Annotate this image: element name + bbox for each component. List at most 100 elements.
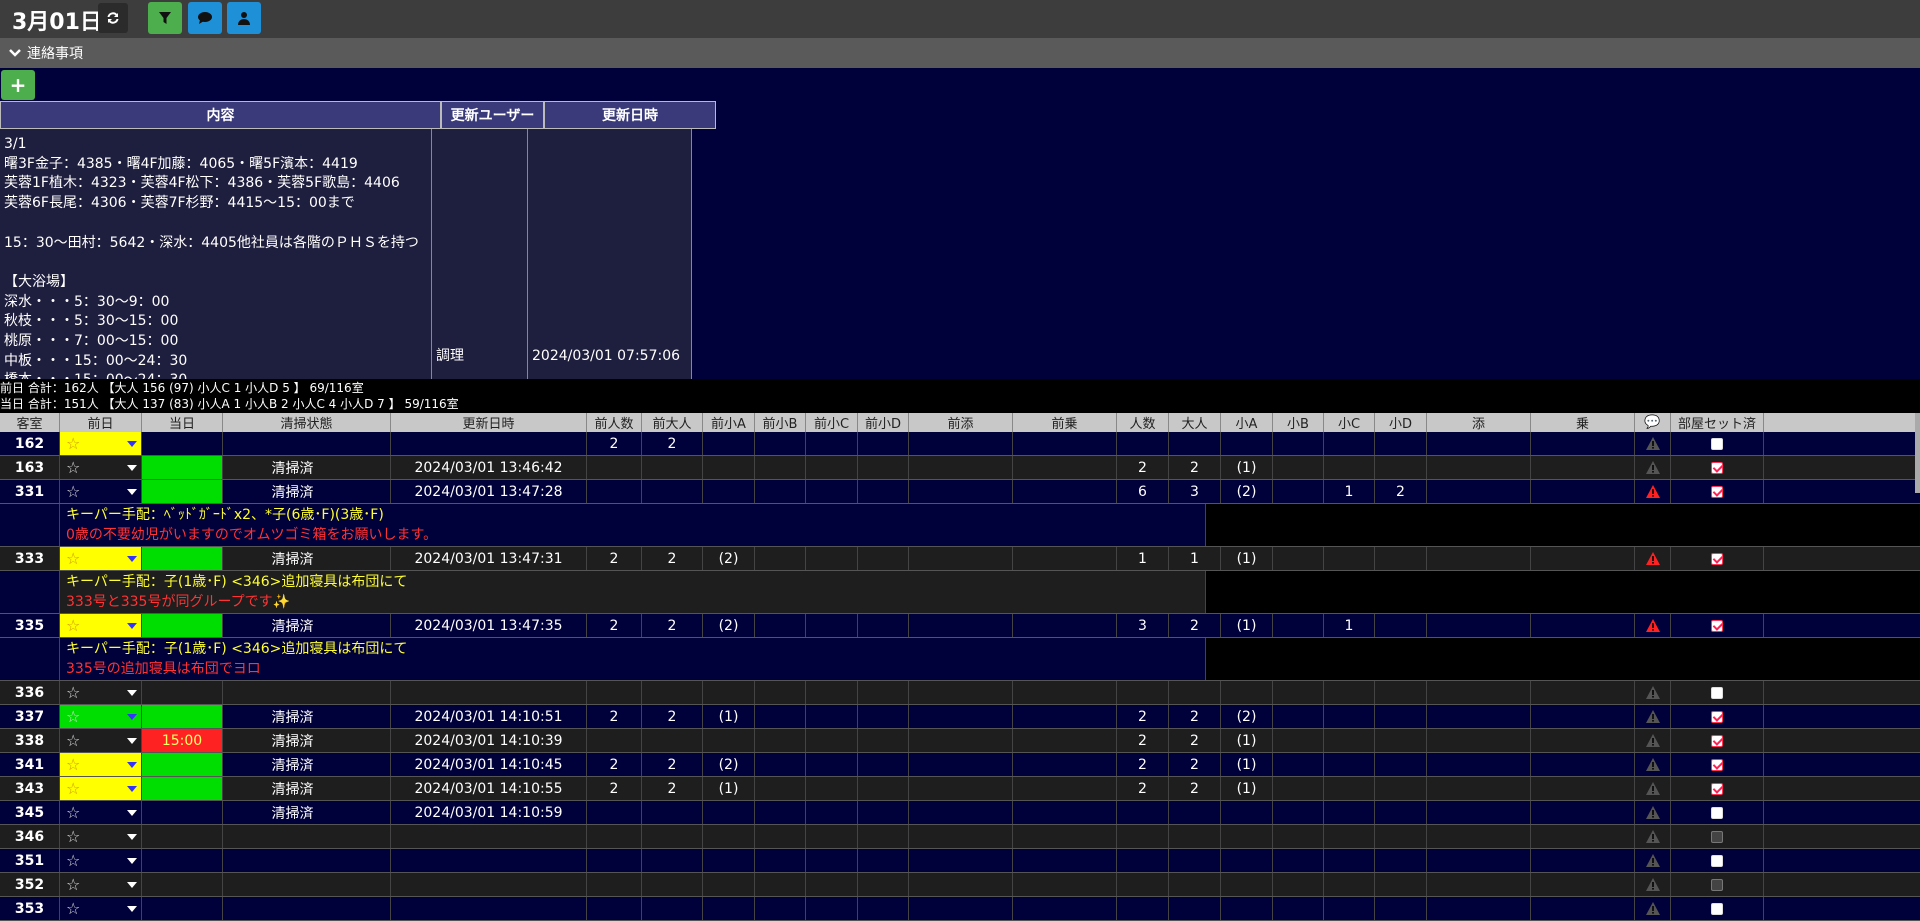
room-row[interactable]: 162 ☆ 2 2 xyxy=(0,432,1920,456)
col-header[interactable]: 前乗 xyxy=(1013,413,1117,432)
star-icon[interactable]: ☆ xyxy=(66,616,80,635)
col-header[interactable]: 清掃状態 xyxy=(223,413,391,432)
col-header[interactable]: 乗 xyxy=(1531,413,1635,432)
today-cell[interactable] xyxy=(142,432,223,455)
cleaning-status-select[interactable]: 清掃済 xyxy=(223,705,391,728)
prev-day-select[interactable]: ☆ xyxy=(60,681,142,704)
star-icon[interactable]: ☆ xyxy=(66,899,80,918)
warning-cell[interactable] xyxy=(1635,825,1671,848)
warning-cell[interactable] xyxy=(1635,681,1671,704)
today-cell[interactable] xyxy=(142,897,223,920)
room-row[interactable]: 335 ☆ 清掃済 2024/03/01 13:47:35 2 2 (2) 3 2 (1) 1 xyxy=(0,614,1920,638)
star-icon[interactable]: ☆ xyxy=(66,779,80,798)
star-icon[interactable]: ☆ xyxy=(66,549,80,568)
col-header[interactable]: 💬 xyxy=(1635,413,1671,432)
prev-day-select[interactable]: ☆ xyxy=(60,849,142,872)
room-row[interactable]: 333 ☆ 清掃済 2024/03/01 13:47:31 2 2 (2) 1 1 (1) xyxy=(0,547,1920,571)
room-set-checkbox[interactable] xyxy=(1711,686,1723,699)
col-header[interactable]: 小D xyxy=(1375,413,1427,432)
star-icon[interactable]: ☆ xyxy=(66,482,80,501)
warning-icon[interactable] xyxy=(1645,619,1660,632)
col-header[interactable]: 前小C xyxy=(806,413,858,432)
warning-icon[interactable] xyxy=(1645,552,1660,565)
room-set-checkbox[interactable] xyxy=(1711,461,1723,474)
warning-cell[interactable] xyxy=(1635,777,1671,800)
notice-row[interactable]: 3/1 曙3F金子：4385・曙4F加藤：4065・曙5F濱本：4419 芙蓉1… xyxy=(0,129,692,379)
room-set-checkbox[interactable] xyxy=(1711,878,1723,891)
today-cell[interactable] xyxy=(142,614,223,637)
chat-button[interactable] xyxy=(188,2,222,34)
prev-day-select[interactable]: ☆ xyxy=(60,480,142,503)
star-icon[interactable]: ☆ xyxy=(66,851,80,870)
warning-cell[interactable] xyxy=(1635,849,1671,872)
room-row[interactable]: 346 ☆ xyxy=(0,825,1920,849)
room-set-checkbox[interactable] xyxy=(1711,902,1723,915)
filter-button[interactable] xyxy=(148,2,182,34)
col-header[interactable]: 前小A xyxy=(703,413,755,432)
room-set-checkbox[interactable] xyxy=(1711,782,1723,795)
cleaning-status-select[interactable] xyxy=(223,897,391,920)
warning-icon[interactable] xyxy=(1645,437,1660,450)
col-header[interactable]: 部屋セット済 xyxy=(1671,413,1764,432)
warning-icon[interactable] xyxy=(1645,485,1660,498)
cleaning-status-select[interactable]: 清掃済 xyxy=(223,456,391,479)
col-header[interactable]: 添 xyxy=(1427,413,1531,432)
warning-icon[interactable] xyxy=(1645,806,1660,819)
room-row[interactable]: 353 ☆ xyxy=(0,897,1920,921)
warning-icon[interactable] xyxy=(1645,830,1660,843)
prev-day-select[interactable]: ☆ xyxy=(60,432,142,455)
room-set-checkbox[interactable] xyxy=(1711,619,1723,632)
warning-icon[interactable] xyxy=(1645,710,1660,723)
warning-icon[interactable] xyxy=(1645,854,1660,867)
col-header[interactable]: 小B xyxy=(1273,413,1324,432)
warning-icon[interactable] xyxy=(1645,734,1660,747)
star-icon[interactable]: ☆ xyxy=(66,458,80,477)
room-row[interactable]: 345 ☆ 清掃済 2024/03/01 14:10:59 xyxy=(0,801,1920,825)
prev-day-select[interactable]: ☆ xyxy=(60,456,142,479)
user-button[interactable] xyxy=(227,2,261,34)
col-header[interactable]: 前添 xyxy=(909,413,1013,432)
col-header[interactable]: 前大人 xyxy=(642,413,703,432)
col-header[interactable]: 前日 xyxy=(60,413,142,432)
warning-cell[interactable] xyxy=(1635,729,1671,752)
cleaning-status-select[interactable] xyxy=(223,825,391,848)
star-icon[interactable]: ☆ xyxy=(66,683,80,702)
prev-day-select[interactable]: ☆ xyxy=(60,801,142,824)
col-header[interactable]: 当日 xyxy=(142,413,223,432)
cleaning-status-select[interactable]: 清掃済 xyxy=(223,753,391,776)
warning-icon[interactable] xyxy=(1645,461,1660,474)
room-row[interactable]: 337 ☆ 清掃済 2024/03/01 14:10:51 2 2 (1) 2 2 (2) xyxy=(0,705,1920,729)
prev-day-select[interactable]: ☆ xyxy=(60,873,142,896)
cleaning-status-select[interactable]: 清掃済 xyxy=(223,480,391,503)
room-row[interactable]: 163 ☆ 清掃済 2024/03/01 13:46:42 2 2 (1) xyxy=(0,456,1920,480)
today-cell[interactable] xyxy=(142,456,223,479)
col-header[interactable]: 人数 xyxy=(1117,413,1169,432)
cleaning-status-select[interactable]: 清掃済 xyxy=(223,547,391,570)
room-set-checkbox[interactable] xyxy=(1711,710,1723,723)
warning-icon[interactable] xyxy=(1645,686,1660,699)
warning-cell[interactable] xyxy=(1635,547,1671,570)
col-header[interactable]: 小A xyxy=(1221,413,1273,432)
room-set-checkbox[interactable] xyxy=(1711,854,1723,867)
room-set-checkbox[interactable] xyxy=(1711,758,1723,771)
cleaning-status-select[interactable]: 清掃済 xyxy=(223,777,391,800)
room-row[interactable]: 351 ☆ xyxy=(0,849,1920,873)
add-notice-button[interactable]: + xyxy=(1,70,35,100)
col-header[interactable]: 前人数 xyxy=(587,413,642,432)
room-row[interactable]: 338 ☆ 15:00 清掃済 2024/03/01 14:10:39 2 2 (1) xyxy=(0,729,1920,753)
warning-icon[interactable] xyxy=(1645,902,1660,915)
star-icon[interactable]: ☆ xyxy=(66,434,80,453)
room-set-checkbox[interactable] xyxy=(1711,437,1723,450)
warning-cell[interactable] xyxy=(1635,432,1671,455)
prev-day-select[interactable]: ☆ xyxy=(60,547,142,570)
refresh-button[interactable] xyxy=(98,3,128,33)
prev-day-select[interactable]: ☆ xyxy=(60,777,142,800)
warning-icon[interactable] xyxy=(1645,758,1660,771)
cleaning-status-select[interactable]: 清掃済 xyxy=(223,614,391,637)
warning-icon[interactable] xyxy=(1645,782,1660,795)
scrollbar[interactable] xyxy=(1915,413,1920,493)
today-cell[interactable]: 15:00 xyxy=(142,729,223,752)
cleaning-status-select[interactable] xyxy=(223,849,391,872)
warning-icon[interactable] xyxy=(1645,878,1660,891)
room-set-checkbox[interactable] xyxy=(1711,485,1723,498)
